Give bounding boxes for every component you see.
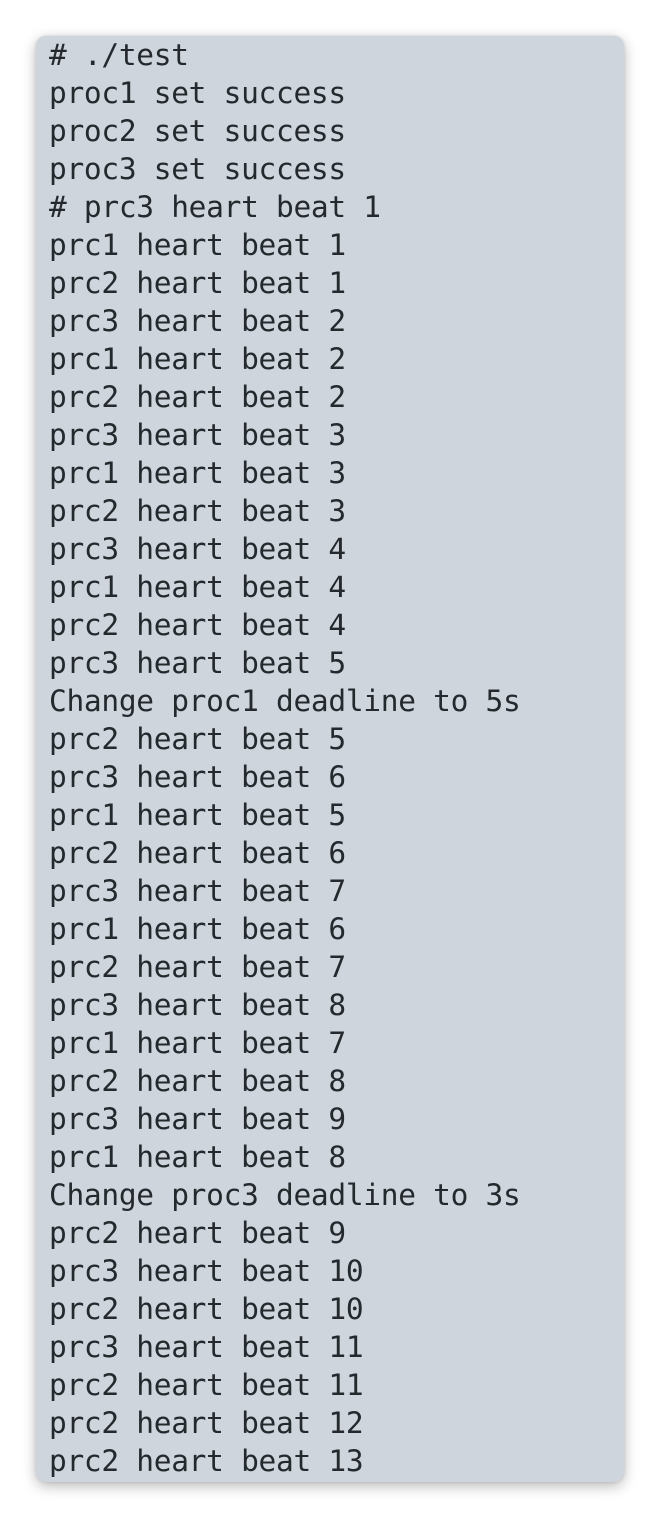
terminal-line: proc3 set success [49, 152, 346, 186]
terminal-line: prc2 heart beat 11 [49, 1368, 364, 1402]
terminal-line: Change proc3 deadline to 3s [49, 1178, 521, 1212]
terminal-line: prc2 heart beat 3 [49, 494, 346, 528]
terminal-line: proc2 set success [49, 114, 346, 148]
terminal-line: prc3 heart beat 9 [49, 1102, 346, 1136]
terminal-line: prc2 heart beat 6 [49, 836, 346, 870]
terminal-line: prc2 heart beat 9 [49, 1216, 346, 1250]
terminal-line: prc1 heart beat 7 [49, 1026, 346, 1060]
terminal-line: prc2 heart beat 7 [49, 950, 346, 984]
terminal-line: prc3 heart beat 6 [49, 760, 346, 794]
terminal-line: prc2 heart beat 4 [49, 608, 346, 642]
terminal-line: # prc3 heart beat 1 [49, 190, 381, 224]
terminal-line: prc3 heart beat 3 [49, 418, 346, 452]
terminal-line: prc1 heart beat 6 [49, 912, 346, 946]
terminal-line: prc3 heart beat 7 [49, 874, 346, 908]
terminal-line: prc3 heart beat 5 [49, 646, 346, 680]
terminal-line: prc3 heart beat 8 [49, 988, 346, 1022]
terminal-line: prc3 heart beat 4 [49, 532, 346, 566]
terminal-line: prc1 heart beat 5 [49, 798, 346, 832]
terminal-line: prc2 heart beat 2 [49, 380, 346, 414]
terminal-line: prc2 heart beat 5 [49, 722, 346, 756]
terminal-line: prc2 heart beat 12 [49, 1406, 364, 1440]
terminal-line: prc2 heart beat 10 [49, 1292, 364, 1326]
terminal-line: prc1 heart beat 8 [49, 1140, 346, 1174]
terminal-line: prc1 heart beat 2 [49, 342, 346, 376]
terminal-line: prc1 heart beat 1 [49, 228, 346, 262]
terminal-line: # ./test [49, 38, 189, 72]
terminal-line: prc3 heart beat 2 [49, 304, 346, 338]
terminal-output: # ./test proc1 set success proc2 set suc… [49, 36, 624, 1480]
terminal-output-panel: # ./test proc1 set success proc2 set suc… [36, 36, 624, 1482]
terminal-line: prc2 heart beat 1 [49, 266, 346, 300]
terminal-line: prc2 heart beat 8 [49, 1064, 346, 1098]
terminal-line: prc3 heart beat 10 [49, 1254, 364, 1288]
terminal-line: prc2 heart beat 13 [49, 1444, 364, 1478]
terminal-line: Change proc1 deadline to 5s [49, 684, 521, 718]
terminal-line: prc1 heart beat 3 [49, 456, 346, 490]
terminal-line: prc1 heart beat 4 [49, 570, 346, 604]
terminal-line: prc3 heart beat 11 [49, 1330, 364, 1364]
terminal-line: proc1 set success [49, 76, 346, 110]
